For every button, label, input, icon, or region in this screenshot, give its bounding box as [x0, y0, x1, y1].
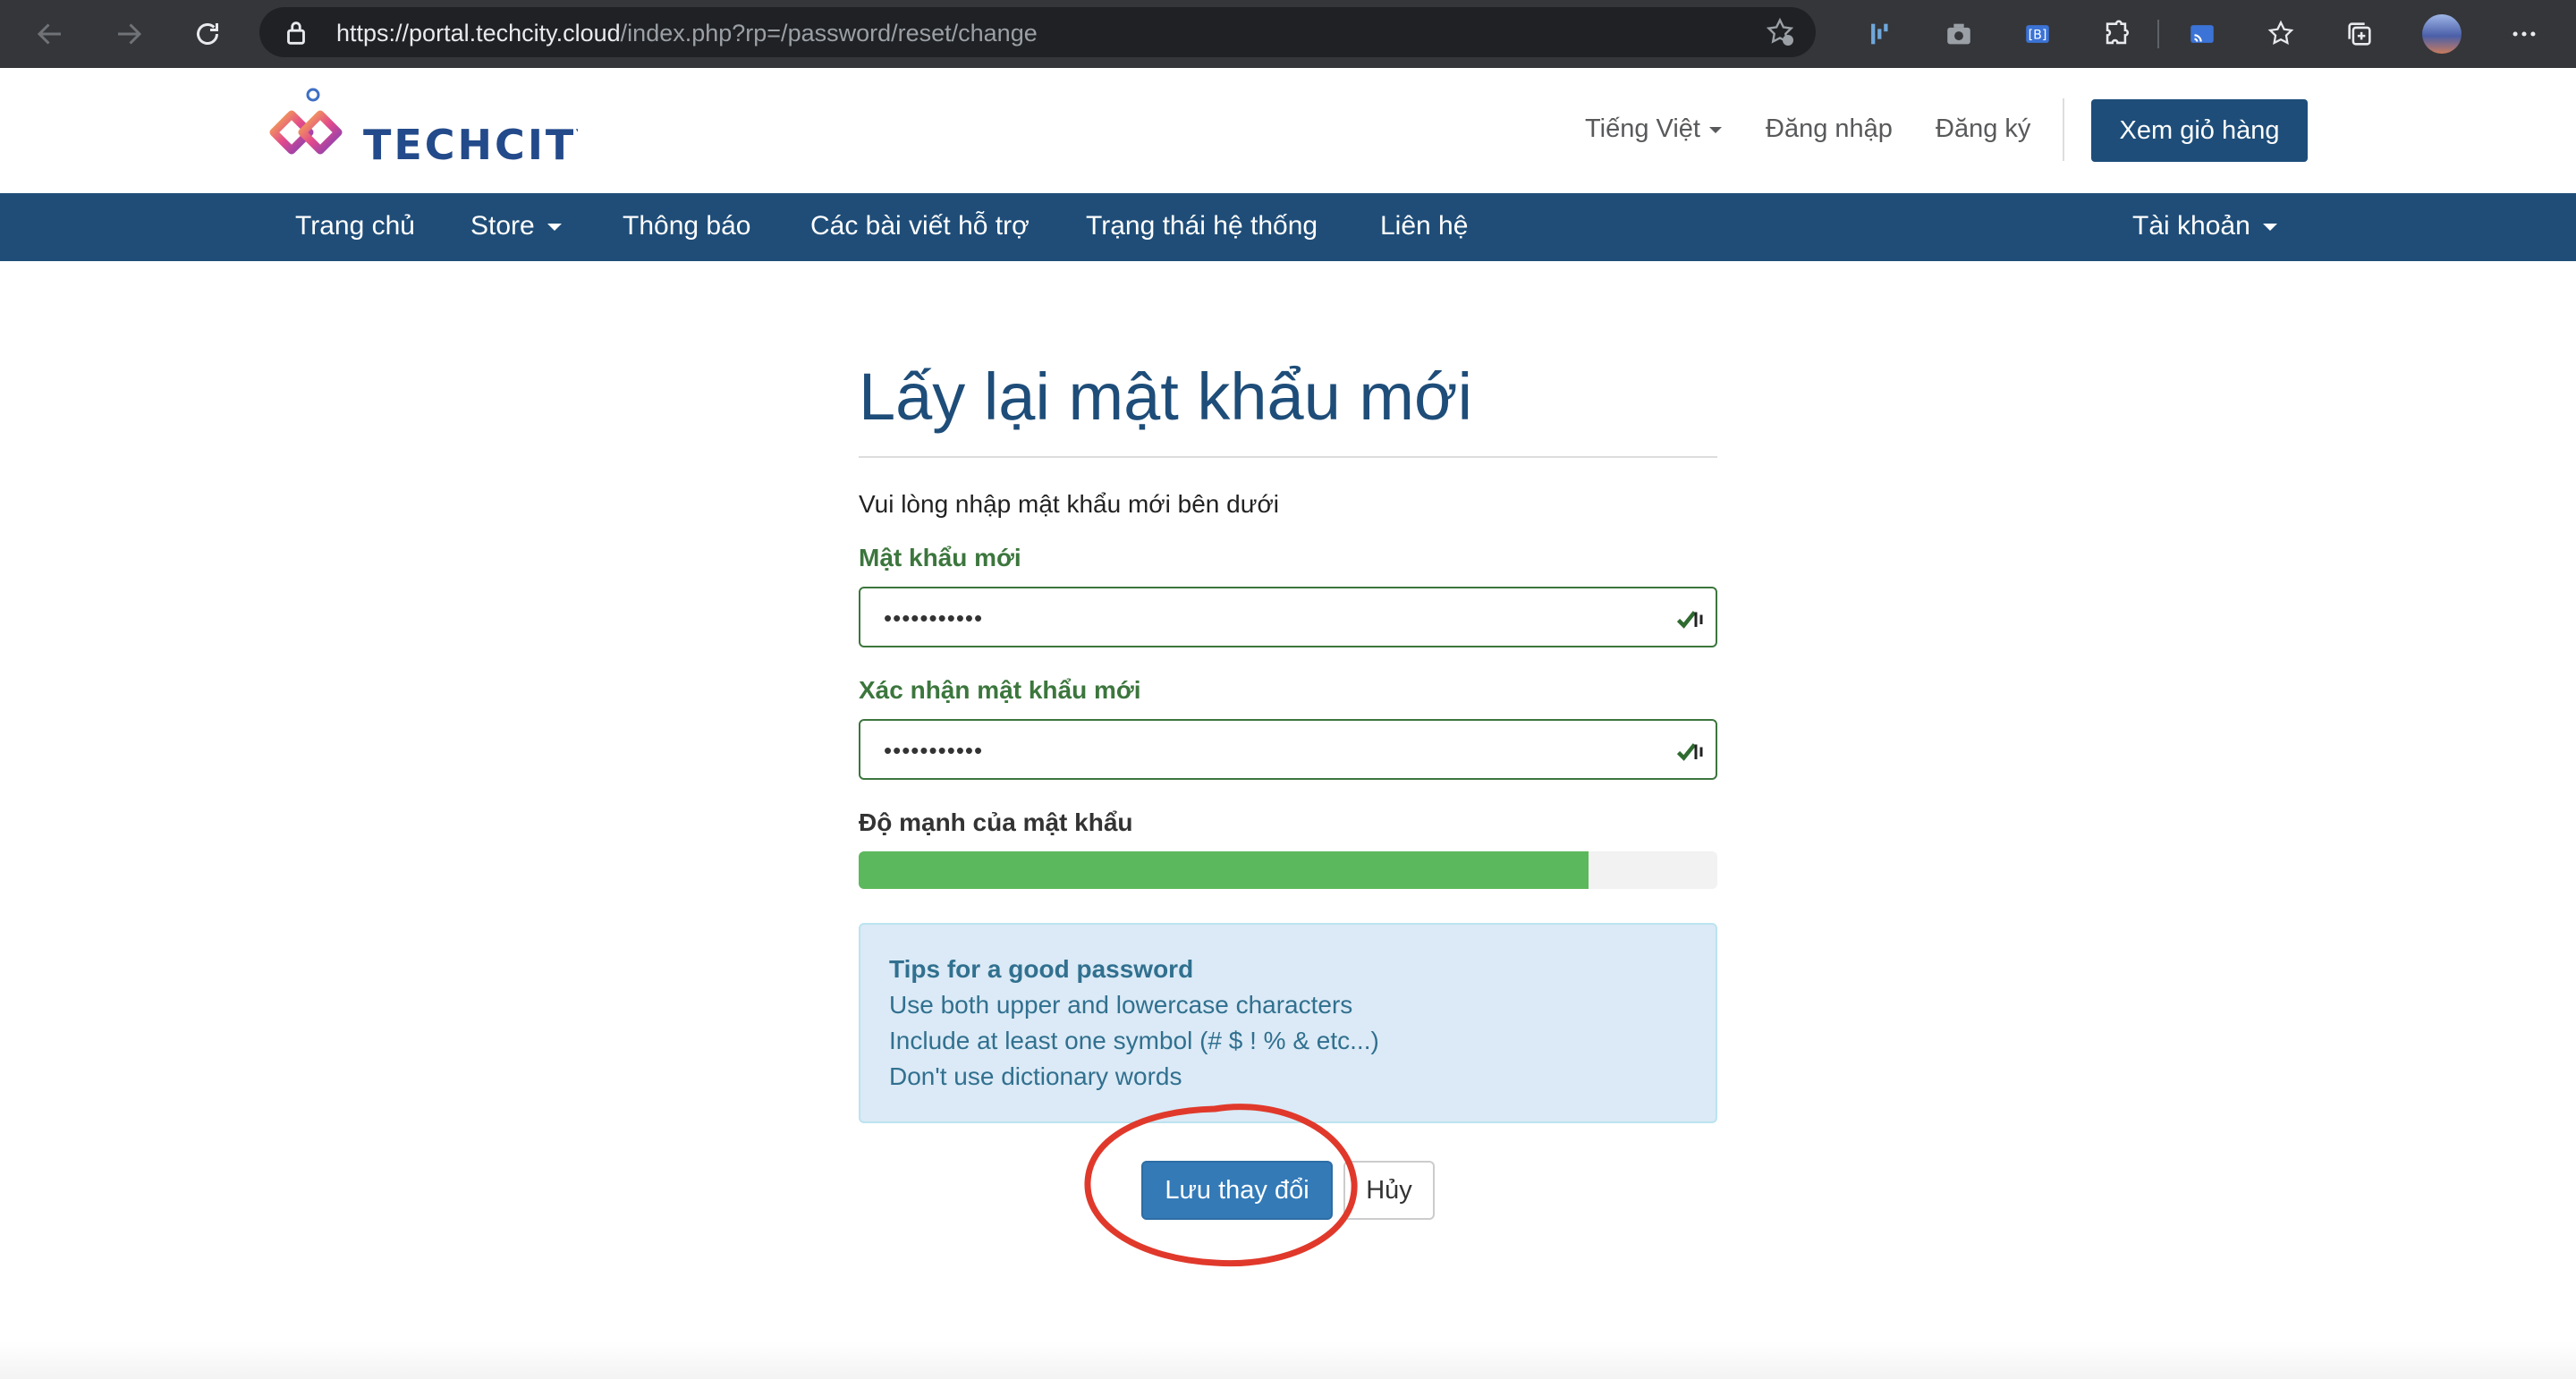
password-strength-bar [859, 851, 1717, 889]
nav-item-knowledgebase[interactable]: Các bài viết hỗ trợ [810, 211, 1030, 241]
svg-text:TECHCITY: TECHCITY [363, 121, 578, 169]
password-manager-icon[interactable] [1674, 603, 1707, 635]
svg-text:[B]: [B] [2029, 29, 2047, 43]
new-password-label: Mật khẩu mới [859, 544, 1021, 571]
confirm-password-label: Xác nhận mật khẩu mới [859, 676, 1141, 704]
nav-item-account[interactable]: Tài khoản [2132, 211, 2277, 241]
back-icon[interactable] [29, 13, 72, 55]
nav-item-home[interactable]: Trang chủ [295, 211, 415, 241]
toolbar-divider [2157, 20, 2159, 48]
new-password-field[interactable]: ••••••••••• [859, 587, 1717, 647]
tip-item: Use both upper and lowercase characters [889, 991, 1353, 1019]
browser-toolbar: https://portal.techcity.cloud/index.php?… [0, 0, 2576, 68]
page-title: Lấy lại mật khẩu mới [859, 358, 1717, 458]
extension-icon[interactable] [1860, 14, 1900, 54]
extension-icon[interactable]: [B] [2018, 14, 2057, 54]
collections-icon[interactable] [2340, 14, 2379, 54]
login-link[interactable]: Đăng nhập [1766, 114, 1893, 144]
techcity-logo[interactable]: TECHCITY [265, 84, 606, 177]
password-tips-box: Tips for a good password Use both upper … [859, 923, 1717, 1123]
form-instructions: Vui lòng nhập mật khẩu mới bên dưới [859, 490, 1280, 518]
caret-down-icon [1708, 126, 1722, 133]
add-favorite-icon[interactable] [1764, 16, 1796, 48]
site-header: TECHCITY Tiếng Việt Đăng nhập Đăng ký Xe… [0, 68, 2576, 193]
forward-icon[interactable] [107, 13, 150, 55]
password-manager-icon[interactable] [1674, 735, 1707, 767]
cancel-button[interactable]: Hủy [1343, 1161, 1435, 1220]
main-nav: Trang chủ Store Thông báo Các bài viết h… [0, 193, 2576, 261]
nav-item-contact[interactable]: Liên hệ [1380, 211, 1468, 241]
address-bar[interactable]: https://portal.techcity.cloud/index.php?… [259, 7, 1816, 57]
confirm-password-value: ••••••••••• [884, 737, 984, 764]
header-divider [2063, 98, 2064, 161]
tip-item: Include at least one symbol (# $ ! % & e… [889, 1027, 1379, 1054]
confirm-password-field[interactable]: ••••••••••• [859, 719, 1717, 780]
view-cart-button[interactable]: Xem giỏ hàng [2091, 99, 2308, 162]
page-bottom-edge [0, 1341, 2576, 1379]
save-changes-button[interactable]: Lưu thay đổi [1141, 1161, 1333, 1220]
nav-item-store[interactable]: Store [470, 211, 562, 241]
tip-item: Don't use dictionary words [889, 1062, 1182, 1090]
puzzle-icon[interactable] [2097, 14, 2136, 54]
nav-item-network-status[interactable]: Trạng thái hệ thống [1086, 211, 1318, 241]
register-link[interactable]: Đăng ký [1936, 114, 2030, 144]
cast-icon[interactable] [2182, 14, 2222, 54]
language-selector[interactable]: Tiếng Việt [1585, 114, 1722, 144]
url-text[interactable]: https://portal.techcity.cloud/index.php?… [336, 20, 1038, 47]
new-password-value: ••••••••••• [884, 605, 984, 631]
profile-avatar[interactable] [2422, 14, 2462, 54]
camera-icon[interactable] [1939, 14, 1979, 54]
tips-title: Tips for a good password [889, 955, 1194, 983]
password-strength-fill [859, 851, 1589, 889]
password-reset-form: Lấy lại mật khẩu mới Vui lòng nhập mật k… [859, 358, 1717, 1220]
password-strength-label: Độ mạnh của mật khẩu [859, 808, 1133, 836]
nav-item-announcements[interactable]: Thông báo [623, 211, 750, 241]
caret-down-icon [2262, 224, 2277, 232]
favorites-icon[interactable] [2261, 14, 2301, 54]
caret-down-icon [547, 224, 562, 232]
lock-icon[interactable] [281, 18, 311, 48]
more-icon[interactable] [2504, 14, 2544, 54]
reload-icon[interactable] [186, 13, 229, 55]
